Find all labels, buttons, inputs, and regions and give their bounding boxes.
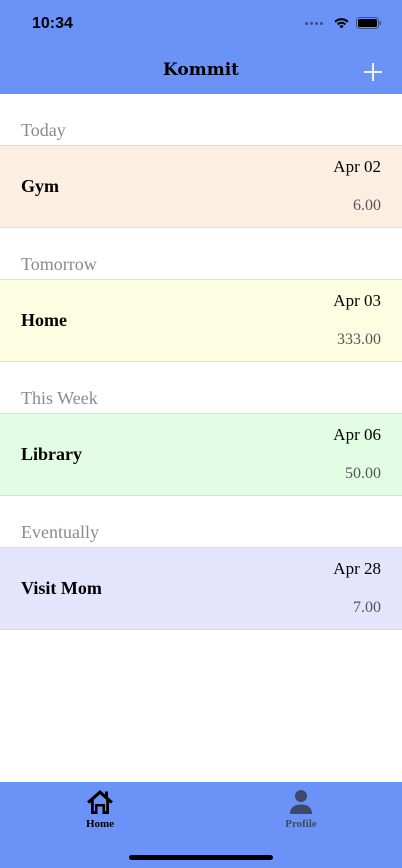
- person-icon: [290, 790, 312, 814]
- task-amount: 7.00: [353, 599, 381, 616]
- wifi-icon: [334, 18, 349, 29]
- task-amount: 6.00: [353, 197, 381, 214]
- section-header-eventually: Eventually: [0, 496, 402, 547]
- home-icon: [87, 790, 113, 814]
- task-row-gym[interactable]: Gym Apr 02 6.00: [0, 145, 402, 228]
- task-name: Visit Mom: [21, 578, 102, 598]
- task-amount: 50.00: [345, 465, 381, 482]
- section-title: Eventually: [21, 522, 99, 542]
- task-list: Today Gym Apr 02 6.00 Tomorrow Home Apr …: [0, 94, 402, 630]
- task-date: Apr 06: [333, 425, 381, 444]
- task-row-visit-mom[interactable]: Visit Mom Apr 28 7.00: [0, 547, 402, 630]
- tab-home[interactable]: Home: [40, 788, 160, 838]
- status-bar: 10:34: [0, 0, 402, 50]
- tab-profile[interactable]: Profile: [241, 788, 361, 838]
- cellular-signal-icon: [305, 21, 323, 25]
- status-time: 10:34: [32, 15, 73, 32]
- task-row-home[interactable]: Home Apr 03 333.00: [0, 279, 402, 362]
- section-header-today: Today: [0, 94, 402, 145]
- section-title: Tomorrow: [21, 254, 97, 274]
- home-indicator: [129, 855, 273, 860]
- task-date: Apr 03: [333, 291, 381, 310]
- plus-icon[interactable]: [362, 61, 384, 83]
- task-name: Home: [21, 310, 67, 330]
- status-icons: [305, 17, 382, 29]
- task-row-library[interactable]: Library Apr 06 50.00: [0, 413, 402, 496]
- task-name: Library: [21, 444, 82, 464]
- section-header-this-week: This Week: [0, 362, 402, 413]
- battery-icon: [356, 17, 382, 29]
- task-date: Apr 02: [333, 157, 381, 176]
- navigation-bar: Kommit: [0, 50, 402, 94]
- section-header-tomorrow: Tomorrow: [0, 228, 402, 279]
- page-title: Kommit: [162, 60, 240, 80]
- task-name: Gym: [21, 176, 59, 196]
- task-amount: 333.00: [337, 331, 381, 348]
- section-title: This Week: [21, 388, 98, 408]
- tab-label: Profile: [285, 818, 317, 830]
- tab-label: Home: [85, 818, 115, 830]
- section-title: Today: [21, 120, 66, 140]
- task-date: Apr 28: [333, 559, 381, 578]
